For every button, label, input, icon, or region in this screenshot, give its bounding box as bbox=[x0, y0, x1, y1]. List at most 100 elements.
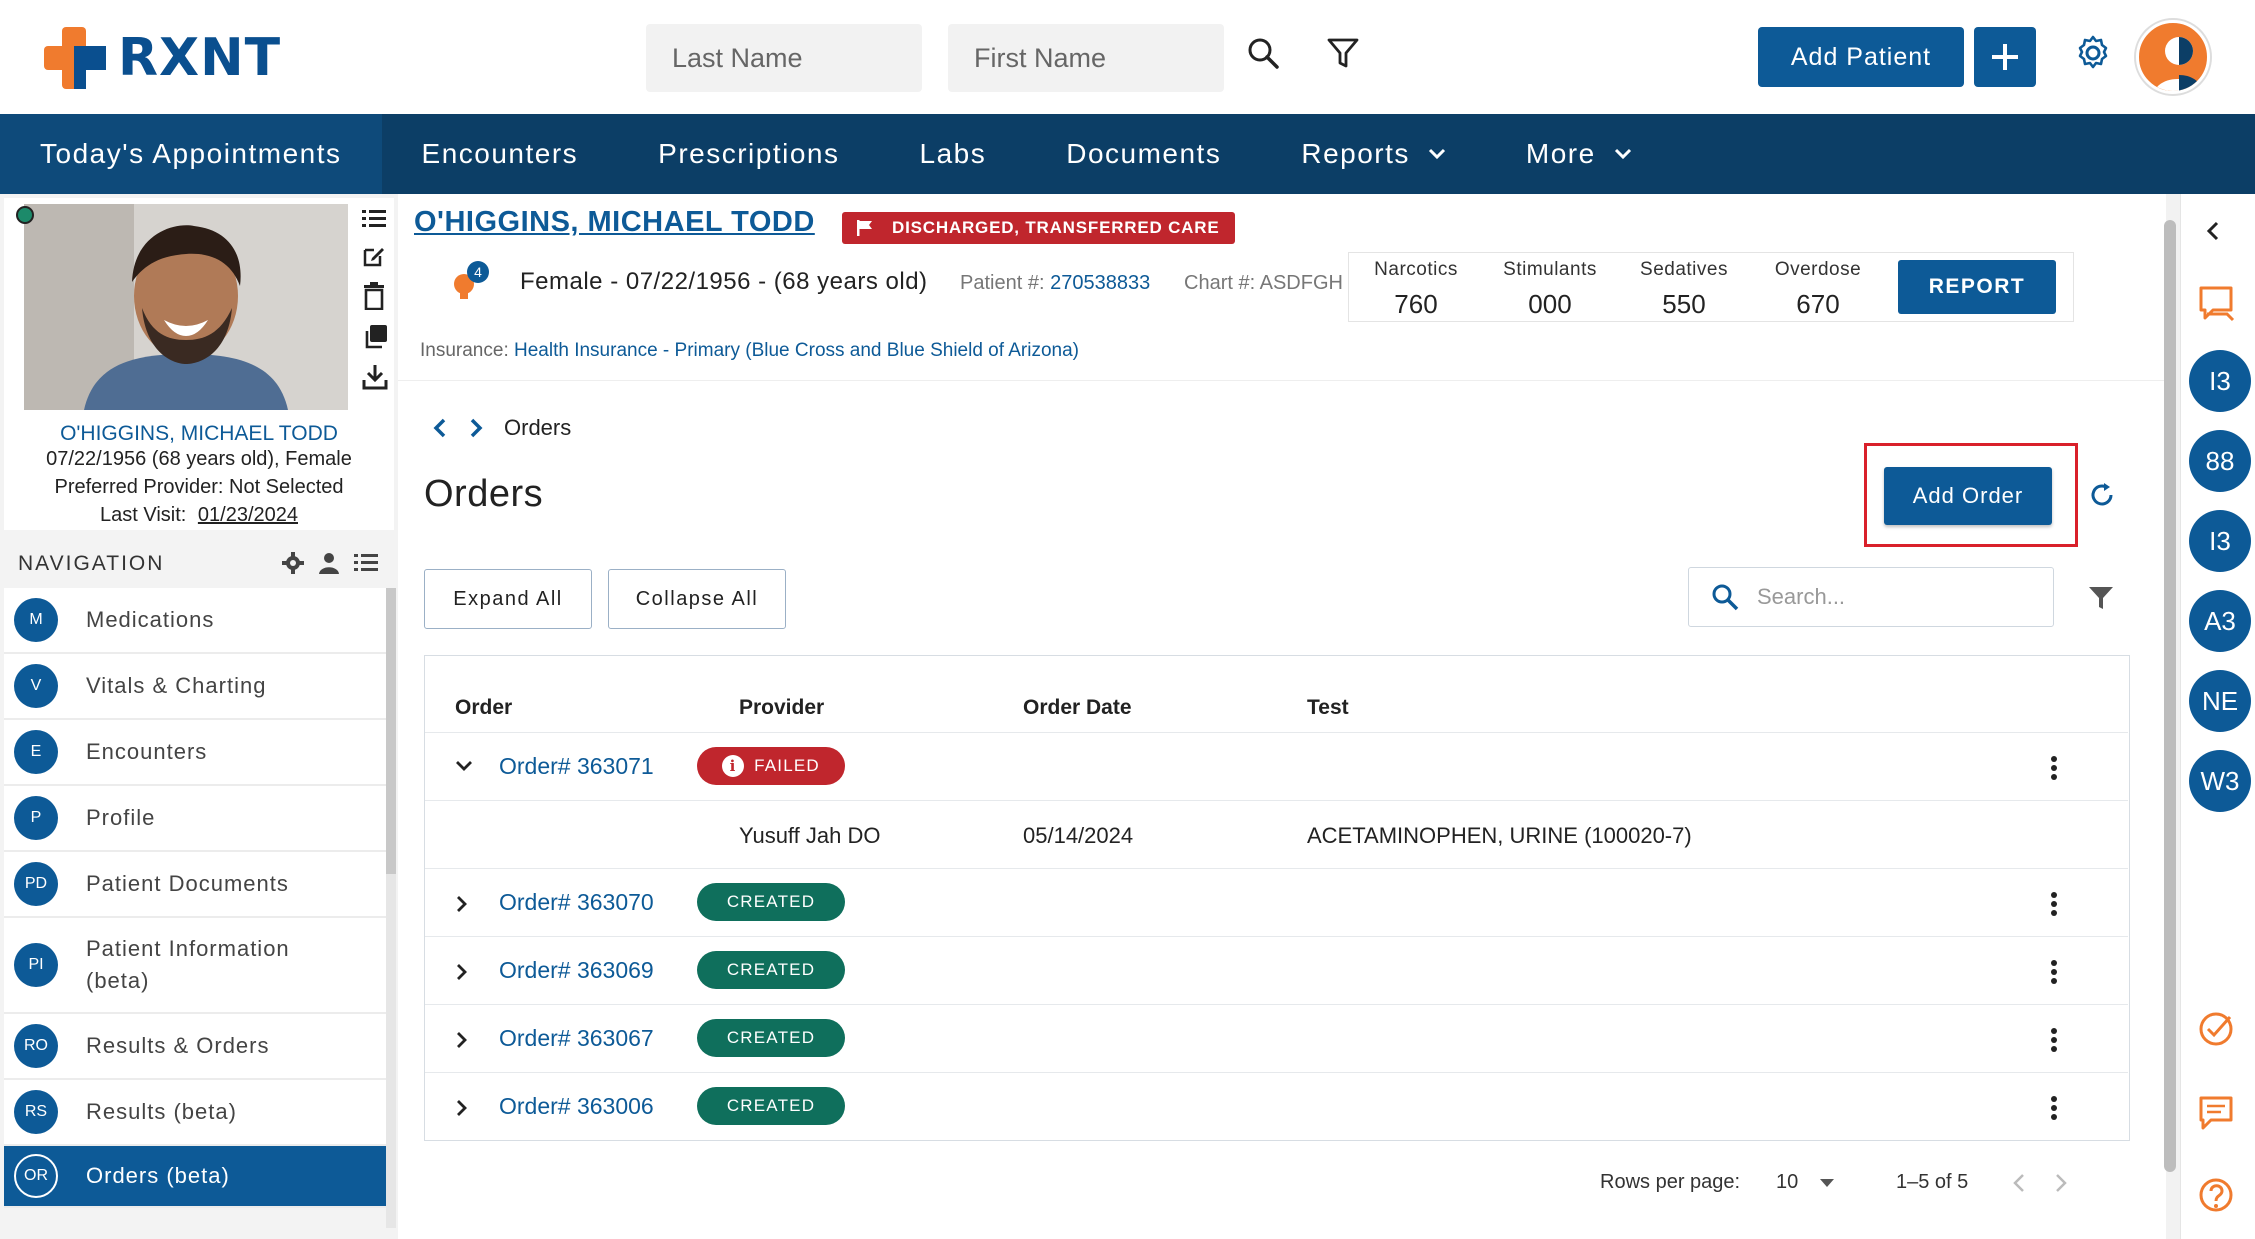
nav-more-label: More bbox=[1525, 138, 1596, 169]
chevron-left-icon[interactable] bbox=[432, 417, 448, 439]
nav-item-orders-beta[interactable]: OR Orders (beta) bbox=[4, 1146, 386, 1208]
rail-badge-a3[interactable]: A3 bbox=[2189, 590, 2251, 652]
pdmp-label: Narcotics bbox=[1374, 259, 1458, 280]
order-id-link[interactable]: Order# 363071 bbox=[499, 753, 654, 780]
chevron-right-icon[interactable] bbox=[455, 963, 469, 981]
chevron-left-icon[interactable] bbox=[2205, 220, 2221, 242]
gear-icon[interactable] bbox=[2074, 34, 2112, 72]
chevron-right-icon[interactable] bbox=[455, 1099, 469, 1117]
add-plus-button[interactable] bbox=[1974, 27, 2036, 87]
nav-scrollbar-thumb[interactable] bbox=[386, 588, 396, 874]
add-patient-button[interactable]: Add Patient bbox=[1758, 27, 1964, 87]
kebab-menu-icon[interactable] bbox=[2049, 959, 2059, 985]
refresh-icon[interactable] bbox=[2088, 481, 2116, 514]
chat-icon[interactable] bbox=[2197, 284, 2237, 324]
column-header-order[interactable]: Order bbox=[455, 696, 512, 720]
rail-badge-88[interactable]: 88 bbox=[2189, 430, 2251, 492]
person-icon[interactable] bbox=[318, 552, 340, 574]
first-name-search-input[interactable]: First Name bbox=[948, 24, 1224, 92]
last-visit-date-link[interactable]: 01/23/2024 bbox=[198, 504, 298, 526]
check-circle-icon[interactable] bbox=[2197, 1010, 2235, 1048]
add-order-button[interactable]: Add Order bbox=[1884, 467, 2052, 525]
insurance-link[interactable]: Health Insurance - Primary (Blue Cross a… bbox=[514, 340, 1079, 361]
report-button[interactable]: REPORT bbox=[1898, 260, 2056, 314]
nav-prescriptions[interactable]: Prescriptions bbox=[618, 114, 879, 194]
nav-item-patient-documents[interactable]: PD Patient Documents bbox=[4, 852, 386, 918]
main-scrollbar-thumb[interactable] bbox=[2164, 220, 2176, 1172]
nav-item-patient-information[interactable]: PI Patient Information (beta) bbox=[4, 918, 386, 1014]
column-header-provider[interactable]: Provider bbox=[739, 696, 824, 720]
copy-icon[interactable] bbox=[362, 324, 388, 350]
order-id-link[interactable]: Order# 363070 bbox=[499, 889, 654, 916]
last-name-search-input[interactable]: Last Name bbox=[646, 24, 922, 92]
column-header-test[interactable]: Test bbox=[1307, 696, 1349, 720]
pdmp-label: Stimulants bbox=[1503, 259, 1597, 280]
nav-item-profile[interactable]: P Profile bbox=[4, 786, 386, 852]
nav-more[interactable]: More bbox=[1486, 114, 1672, 194]
next-page-icon[interactable] bbox=[2054, 1173, 2068, 1193]
alert-bulb-icon[interactable]: 4 bbox=[448, 260, 492, 313]
table-row[interactable]: Order# 363071 i FAILED bbox=[425, 732, 2128, 800]
search-icon[interactable] bbox=[1246, 36, 1280, 70]
nav-item-encounters[interactable]: E Encounters bbox=[4, 720, 386, 786]
patient-name-link[interactable]: O'HIGGINS, MICHAEL TODD bbox=[414, 206, 815, 239]
kebab-menu-icon[interactable] bbox=[2049, 1027, 2059, 1053]
nav-documents[interactable]: Documents bbox=[1026, 114, 1261, 194]
collapse-all-button[interactable]: Collapse All bbox=[608, 569, 786, 629]
nav-reports[interactable]: Reports bbox=[1261, 114, 1486, 194]
column-header-order-date[interactable]: Order Date bbox=[1023, 696, 1132, 720]
table-row[interactable]: Order# 363067 CREATED bbox=[425, 1004, 2128, 1072]
filter-icon[interactable] bbox=[2088, 585, 2114, 616]
order-id-link[interactable]: Order# 363069 bbox=[499, 957, 654, 984]
nav-item-results-beta[interactable]: RS Results (beta) bbox=[4, 1080, 386, 1146]
trash-icon[interactable] bbox=[362, 282, 386, 310]
rail-badge-w3[interactable]: W3 bbox=[2189, 750, 2251, 812]
nav-item-vitals-charting[interactable]: V Vitals & Charting bbox=[4, 654, 386, 720]
table-row[interactable]: Order# 363069 CREATED bbox=[425, 936, 2128, 1004]
gear-icon[interactable] bbox=[282, 552, 304, 574]
table-row[interactable]: Order# 363006 CREATED bbox=[425, 1072, 2128, 1140]
chevron-down-icon bbox=[1614, 148, 1631, 160]
expand-all-button[interactable]: Expand All bbox=[424, 569, 592, 629]
nav-badge: RO bbox=[14, 1024, 58, 1068]
nav-badge: P bbox=[14, 796, 58, 840]
edit-icon[interactable] bbox=[362, 244, 386, 268]
nav-labs[interactable]: Labs bbox=[880, 114, 1027, 194]
chevron-down-icon[interactable] bbox=[455, 759, 473, 773]
order-id-link[interactable]: Order# 363067 bbox=[499, 1025, 654, 1052]
download-icon[interactable] bbox=[362, 364, 388, 390]
chevron-right-icon[interactable] bbox=[455, 1031, 469, 1049]
list-icon[interactable] bbox=[354, 552, 378, 574]
patient-card-name[interactable]: O'HIGGINS, MICHAEL TODD bbox=[4, 422, 394, 446]
user-avatar[interactable] bbox=[2136, 20, 2210, 94]
message-icon[interactable] bbox=[2197, 1094, 2235, 1132]
pagination-range: 1–5 of 5 bbox=[1896, 1171, 1969, 1193]
pdmp-value: 670 bbox=[1796, 289, 1840, 319]
rail-badge-i3[interactable]: I3 bbox=[2189, 350, 2251, 412]
patient-number-value: 270538833 bbox=[1050, 272, 1151, 294]
kebab-menu-icon[interactable] bbox=[2049, 1095, 2059, 1121]
nav-todays-appointments[interactable]: Today's Appointments bbox=[0, 114, 382, 194]
nav-item-medications[interactable]: M Medications bbox=[4, 588, 386, 654]
kebab-menu-icon[interactable] bbox=[2049, 891, 2059, 917]
nav-encounters[interactable]: Encounters bbox=[382, 114, 619, 194]
nav-item-results-orders[interactable]: RO Results & Orders bbox=[4, 1014, 386, 1080]
nav-badge: M bbox=[14, 598, 58, 642]
rxnt-logo[interactable]: RXNT bbox=[44, 26, 281, 90]
table-row[interactable]: Order# 363070 CREATED bbox=[425, 868, 2128, 936]
rail-badge-ne[interactable]: NE bbox=[2189, 670, 2251, 732]
filter-icon[interactable] bbox=[1326, 36, 1360, 70]
prev-page-icon[interactable] bbox=[2012, 1173, 2026, 1193]
rail-badge-i3-2[interactable]: I3 bbox=[2189, 510, 2251, 572]
help-icon[interactable] bbox=[2197, 1176, 2235, 1214]
orders-search-input[interactable]: Search... bbox=[1688, 567, 2054, 627]
kebab-menu-icon[interactable] bbox=[2049, 755, 2059, 781]
chevron-right-icon[interactable] bbox=[468, 417, 484, 439]
nav-item-label: Profile bbox=[86, 805, 156, 830]
order-id-link[interactable]: Order# 363006 bbox=[499, 1093, 654, 1120]
navigation-header-icons bbox=[282, 552, 378, 574]
rows-per-page-select[interactable]: 10 bbox=[1776, 1171, 1835, 1194]
chevron-right-icon[interactable] bbox=[455, 895, 469, 913]
breadcrumb-current: Orders bbox=[504, 415, 572, 440]
list-icon[interactable] bbox=[362, 208, 386, 230]
